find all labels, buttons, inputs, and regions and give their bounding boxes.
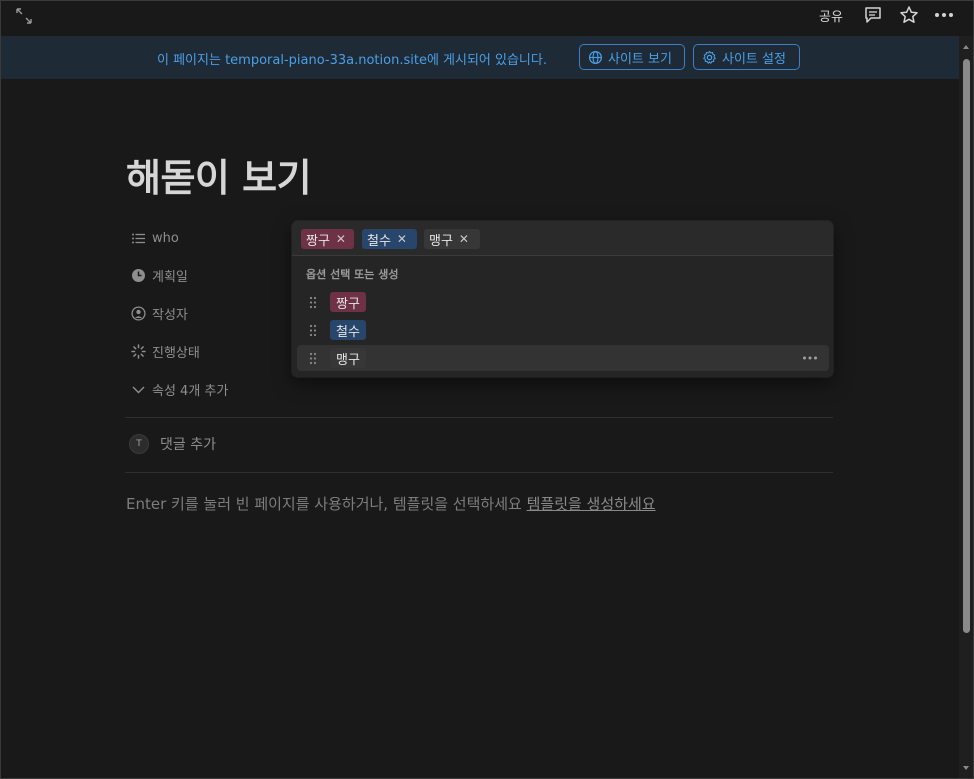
- avatar: T: [129, 434, 149, 454]
- option-tag: 짱구: [330, 292, 366, 312]
- empty-page-hint: Enter 키를 눌러 빈 페이지를 사용하거나, 템플릿을 선택하세요 템플릿…: [126, 493, 656, 514]
- list-icon: [132, 233, 145, 243]
- site-settings-label: 사이트 설정: [722, 51, 786, 67]
- show-more-properties[interactable]: 속성 4개 추가: [131, 378, 228, 400]
- top-bar: 공유: [1, 1, 973, 35]
- divider: [125, 472, 833, 473]
- option-tag: 철수: [330, 320, 366, 340]
- options-section-label: 옵션 선택 또는 생성: [306, 268, 399, 281]
- property-author[interactable]: 작성자: [131, 302, 188, 324]
- property-who[interactable]: who: [131, 227, 179, 249]
- tag-label: 철수: [367, 233, 391, 249]
- multi-select-dropdown: 짱구 ✕ 철수 ✕ 맹구 ✕ 옵션 선택 또는 생성 짱구 철수 맹구: [292, 221, 833, 377]
- divider: [125, 417, 833, 418]
- property-status[interactable]: 진행상태: [131, 340, 200, 362]
- person-icon: [131, 305, 146, 321]
- empty-hint-text: Enter 키를 눌러 빈 페이지를 사용하거나, 템플릿을 선택하세요: [126, 495, 522, 513]
- share-button[interactable]: 공유: [819, 6, 843, 25]
- option-item[interactable]: 짱구: [297, 289, 829, 315]
- selected-tags-input[interactable]: 짱구 ✕ 철수 ✕ 맹구 ✕: [292, 221, 833, 256]
- tag-label: 짱구: [306, 233, 330, 249]
- more-options-icon[interactable]: [933, 5, 955, 25]
- clock-icon: [132, 268, 145, 282]
- page-title[interactable]: 해돋이 보기: [126, 147, 312, 202]
- scrollbar-thumb[interactable]: [963, 59, 970, 633]
- expand-icon[interactable]: [15, 7, 33, 25]
- remove-tag-icon[interactable]: ✕: [336, 232, 346, 246]
- gear-icon: [703, 50, 716, 64]
- app-window: 공유 이 페이지는 temporal-piano-33a.notion.site…: [0, 0, 974, 779]
- scroll-up-arrow-icon[interactable]: [963, 45, 969, 49]
- scroll-down-arrow-icon[interactable]: [963, 766, 969, 770]
- property-label: who: [152, 230, 179, 246]
- property-label: 작성자: [152, 307, 188, 323]
- property-label: 진행상태: [152, 345, 200, 361]
- selected-tag: 맹구 ✕: [424, 229, 480, 249]
- more-properties-label: 속성 4개 추가: [152, 383, 229, 399]
- tag-label: 맹구: [429, 233, 453, 249]
- chevron-down-icon: [132, 386, 145, 393]
- add-comment[interactable]: T 댓글 추가: [129, 433, 216, 455]
- selected-tag: 짱구 ✕: [301, 229, 354, 249]
- selected-tag: 철수 ✕: [362, 229, 417, 249]
- published-message: 이 페이지는 temporal-piano-33a.notion.site에 게…: [157, 53, 547, 68]
- globe-icon: [588, 50, 603, 64]
- property-planned-date[interactable]: 계획일: [131, 264, 188, 286]
- option-item[interactable]: 철수: [297, 317, 829, 343]
- create-template-link[interactable]: 템플릿을 생성하세요: [527, 495, 656, 513]
- view-site-button[interactable]: 사이트 보기: [579, 44, 685, 70]
- site-settings-button[interactable]: 사이트 설정: [693, 44, 800, 70]
- view-site-label: 사이트 보기: [608, 51, 672, 67]
- published-banner: 이 페이지는 temporal-piano-33a.notion.site에 게…: [1, 36, 959, 79]
- drag-handle-icon[interactable]: [309, 296, 317, 309]
- property-label: 계획일: [152, 269, 188, 285]
- drag-handle-icon[interactable]: [309, 324, 317, 337]
- option-item[interactable]: 맹구: [297, 345, 829, 371]
- remove-tag-icon[interactable]: ✕: [397, 232, 407, 246]
- comment-icon[interactable]: [863, 5, 883, 25]
- option-tag: 맹구: [330, 348, 366, 368]
- star-icon[interactable]: [899, 5, 919, 25]
- drag-handle-icon[interactable]: [309, 352, 317, 365]
- loading-icon: [131, 343, 146, 359]
- remove-tag-icon[interactable]: ✕: [459, 232, 469, 246]
- option-more-icon[interactable]: [802, 354, 818, 362]
- comment-placeholder[interactable]: 댓글 추가: [160, 434, 216, 454]
